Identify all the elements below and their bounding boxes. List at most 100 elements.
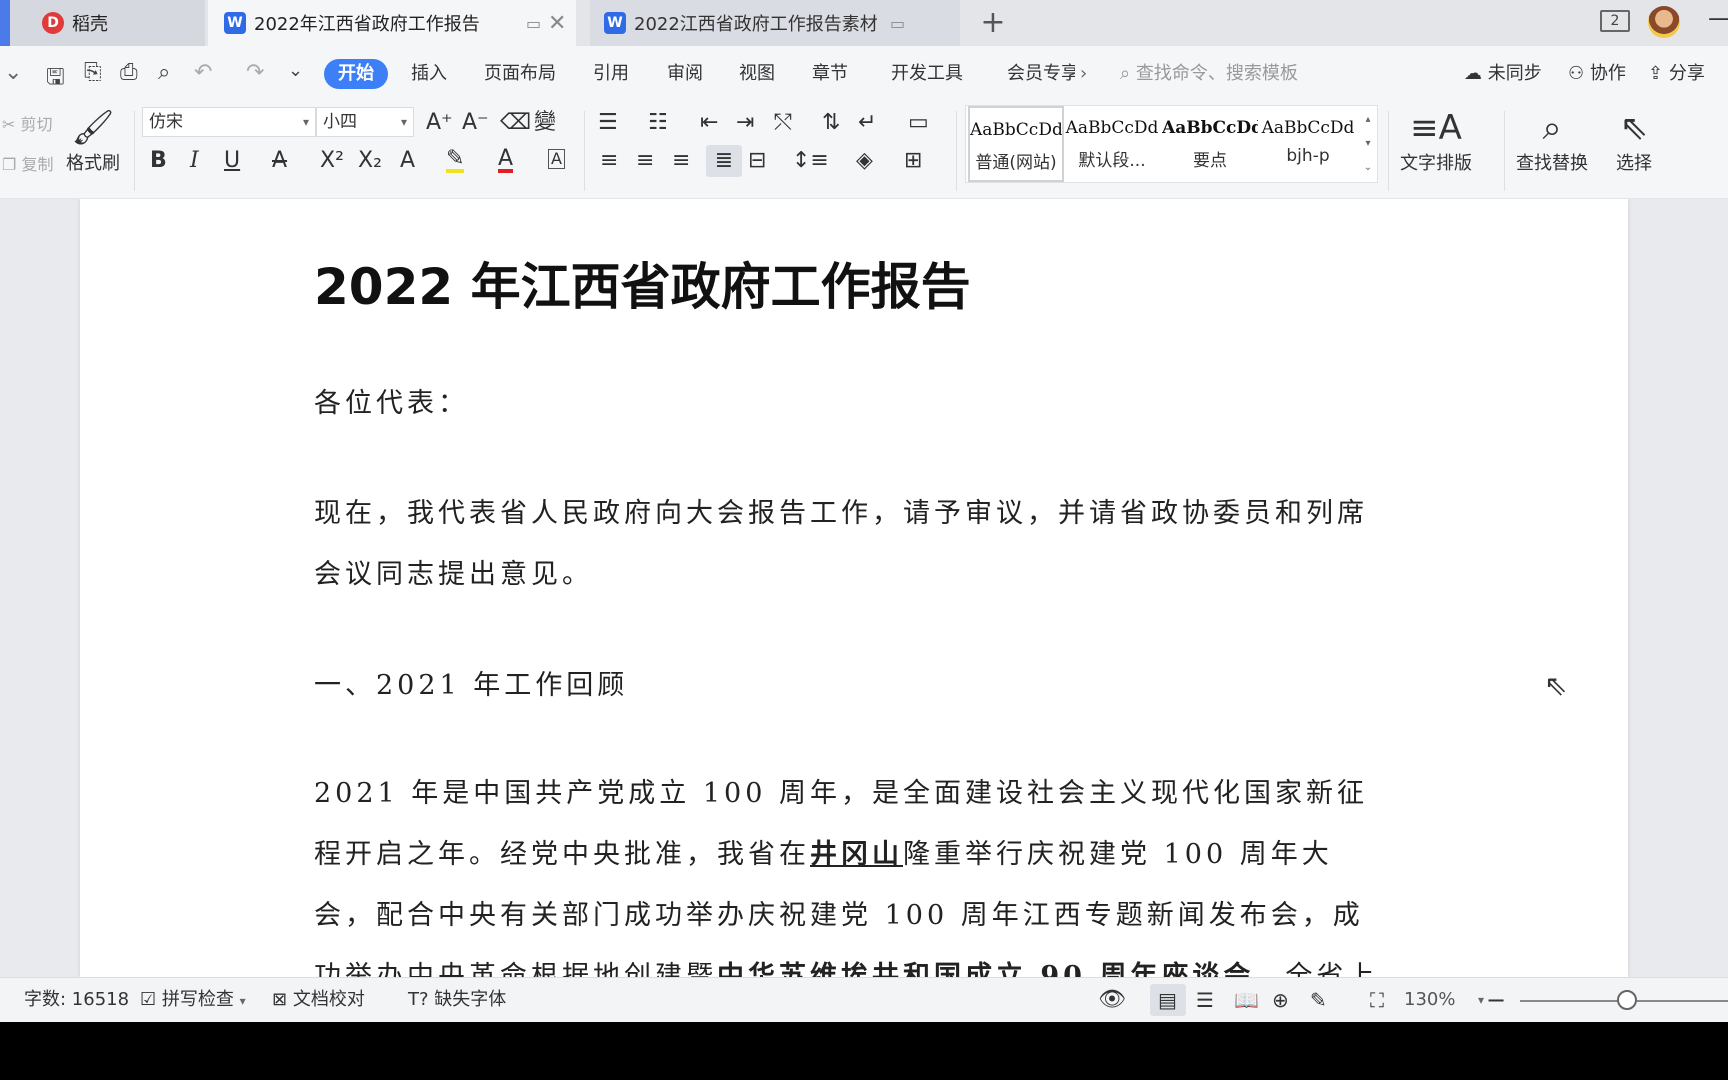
zoom-out-icon[interactable]: − bbox=[1486, 988, 1506, 1012]
cut-button[interactable]: ✂ 剪切 bbox=[2, 111, 53, 135]
proofread-button[interactable]: ⊠ 文档校对 bbox=[272, 988, 365, 1012]
zoom-dropdown-icon[interactable]: ▾ bbox=[1478, 988, 1484, 1012]
line-spacing-icon[interactable]: ↕≡ bbox=[792, 149, 829, 173]
tab-home[interactable]: 开始 bbox=[324, 59, 388, 89]
justify-icon[interactable]: ≣ bbox=[706, 145, 742, 177]
print-icon[interactable]: ⎙ bbox=[120, 60, 138, 85]
bullet-list-icon[interactable]: ☰ bbox=[598, 111, 618, 135]
char-border-icon[interactable]: A bbox=[548, 149, 565, 169]
phonetic-guide-icon[interactable]: 變 bbox=[534, 111, 556, 135]
decrease-font-icon[interactable]: A⁻ bbox=[462, 111, 489, 135]
spell-check-button[interactable]: ☑ 拼写检查 ▾ bbox=[140, 988, 246, 1013]
document-page[interactable]: 2022 年江西省政府工作报告 各位代表： 现在，我代表省人民政府向大会报告工作… bbox=[80, 199, 1628, 977]
font-name-value: 仿宋 bbox=[149, 112, 183, 132]
section-heading: 一、2021 年工作回顾 bbox=[314, 670, 629, 701]
monitor-icon[interactable]: ▭ bbox=[526, 14, 541, 33]
checkbox-icon: ☑ bbox=[140, 989, 157, 1010]
chevron-down-icon[interactable]: ⌄ bbox=[4, 60, 22, 85]
undo-icon[interactable]: ↶ bbox=[194, 60, 212, 85]
missing-font-button[interactable]: T? 缺失字体 bbox=[408, 988, 506, 1012]
ribbon-home: ✂ 剪切 ❐ 复制 🖌 格式刷 仿宋 ▾ 小四 ▾ A⁺ A⁻ ⌫ 變 B I … bbox=[0, 101, 1728, 199]
tab-review[interactable]: 审阅 bbox=[667, 59, 703, 89]
select-button[interactable]: ⇖ 选择 bbox=[1616, 107, 1652, 175]
style-normal-web[interactable]: AaBbCcDd 普通(网站) bbox=[968, 106, 1064, 182]
style-default-para[interactable]: AaBbCcDd 默认段... bbox=[1064, 106, 1160, 182]
highlight-icon[interactable]: ✎ bbox=[446, 148, 465, 173]
divider bbox=[956, 111, 957, 191]
show-marks-icon[interactable]: ↵ bbox=[858, 111, 876, 135]
tab-reference[interactable]: 引用 bbox=[593, 59, 629, 89]
hyperlink-jinggangshan[interactable]: 井冈山 bbox=[810, 839, 903, 870]
write-mode-icon[interactable]: ✎ bbox=[1310, 988, 1327, 1012]
share-button[interactable]: ⇪ 分享 bbox=[1648, 59, 1705, 89]
tab-member[interactable]: 会员专享 bbox=[1007, 59, 1075, 89]
tab-view[interactable]: 视图 bbox=[739, 59, 775, 89]
font-size-select[interactable]: 小四 ▾ bbox=[316, 107, 414, 137]
font-name-select[interactable]: 仿宋 ▾ bbox=[142, 107, 316, 137]
chevron-right-icon[interactable]: › bbox=[1080, 59, 1087, 89]
style-bjh-p[interactable]: AaBbCcDd bjh-p bbox=[1260, 106, 1356, 182]
monitor-icon[interactable]: ▭ bbox=[890, 14, 905, 33]
underline-icon[interactable]: U bbox=[224, 149, 240, 173]
tab-chapter[interactable]: 章节 bbox=[812, 59, 848, 89]
window-count-badge[interactable]: 2 bbox=[1600, 10, 1630, 32]
style-name: bjh-p bbox=[1286, 146, 1330, 166]
align-right-icon[interactable]: ≡ bbox=[672, 149, 690, 173]
find-replace-button[interactable]: ⌕ 查找替换 bbox=[1516, 107, 1588, 175]
borders-icon[interactable]: ⊞ bbox=[904, 149, 922, 173]
avatar[interactable] bbox=[1648, 6, 1680, 38]
tab-page-layout[interactable]: 页面布局 bbox=[484, 59, 556, 89]
tab-dev-tools[interactable]: 开发工具 bbox=[891, 59, 963, 89]
gallery-scroll[interactable]: ▴ ▾ ⌄ bbox=[1361, 108, 1375, 180]
copy-button[interactable]: ❐ 复制 bbox=[2, 151, 53, 175]
increase-indent-icon[interactable]: ⇥ bbox=[736, 111, 754, 135]
redo-icon[interactable]: ↷ bbox=[246, 60, 264, 85]
font-color-icon[interactable]: A bbox=[498, 148, 514, 173]
tab-daoke[interactable]: D 稻壳 bbox=[0, 0, 205, 46]
spell-check-label: 拼写检查 bbox=[161, 989, 234, 1010]
zoom-level[interactable]: 130% bbox=[1404, 988, 1455, 1012]
collab-button[interactable]: ⚇ 协作 bbox=[1568, 59, 1626, 89]
text-layout-button[interactable]: ≡A 文字排版 bbox=[1400, 107, 1472, 175]
ruler-icon[interactable]: ▭ bbox=[908, 111, 929, 135]
subscript-icon[interactable]: X₂ bbox=[358, 149, 382, 173]
text-direction-icon[interactable]: ⤲ bbox=[774, 111, 792, 135]
text-effect-icon[interactable]: A bbox=[400, 149, 415, 173]
distribute-icon[interactable]: ⊟ bbox=[748, 149, 766, 173]
tab-document-2[interactable]: W 2022江西省政府工作报告素材 ▭ bbox=[590, 0, 960, 46]
new-tab-button[interactable]: + bbox=[975, 6, 1011, 40]
tab-insert[interactable]: 插入 bbox=[411, 59, 447, 89]
align-center-icon[interactable]: ≡ bbox=[636, 149, 654, 173]
fit-page-icon[interactable]: ⛶ bbox=[1370, 988, 1384, 1012]
print-preview-icon[interactable]: ⌕ bbox=[158, 60, 170, 85]
clear-format-icon[interactable]: ⌫ bbox=[500, 111, 531, 135]
shading-icon[interactable]: ◈ bbox=[856, 149, 873, 173]
export-pdf-icon[interactable]: ⎘ bbox=[84, 60, 102, 85]
close-tab-icon[interactable]: ✕ bbox=[548, 11, 566, 36]
sync-button[interactable]: ☁ 未同步 bbox=[1464, 59, 1542, 89]
customize-toolbar-icon[interactable]: ⌄ bbox=[288, 60, 303, 81]
save-icon[interactable]: 🖫 bbox=[46, 60, 65, 98]
numbered-list-icon[interactable]: ☷ bbox=[648, 111, 668, 135]
bold-icon[interactable]: B bbox=[150, 149, 167, 173]
tab-document-active[interactable]: W 2022年江西省政府工作报告 ▭ ✕ bbox=[208, 0, 576, 46]
page-view-icon[interactable]: ▤ bbox=[1158, 988, 1177, 1012]
document-canvas[interactable]: 2022 年江西省政府工作报告 各位代表： 现在，我代表省人民政府向大会报告工作… bbox=[0, 199, 1728, 977]
command-search[interactable]: ⌕ 查找命令、搜索模板 bbox=[1120, 59, 1298, 89]
outline-view-icon[interactable]: ☰ bbox=[1196, 988, 1214, 1012]
align-left-icon[interactable]: ≡ bbox=[600, 149, 618, 173]
zoom-slider-thumb[interactable] bbox=[1617, 990, 1637, 1010]
minimize-icon[interactable]: — bbox=[1708, 4, 1728, 32]
format-painter-button[interactable]: 🖌 格式刷 bbox=[66, 107, 120, 175]
web-view-icon[interactable]: ⊕ bbox=[1272, 988, 1289, 1012]
sort-icon[interactable]: ⇅ bbox=[822, 111, 840, 135]
decrease-indent-icon[interactable]: ⇤ bbox=[700, 111, 718, 135]
italic-icon[interactable]: I bbox=[190, 149, 199, 173]
read-view-icon[interactable]: 📖 bbox=[1234, 988, 1259, 1012]
superscript-icon[interactable]: X² bbox=[320, 149, 344, 173]
increase-font-icon[interactable]: A⁺ bbox=[426, 111, 453, 135]
strikethrough-icon[interactable]: A bbox=[272, 149, 287, 173]
word-count[interactable]: 字数: 16518 bbox=[24, 988, 129, 1012]
style-key-point[interactable]: AaBbCcDd 要点 bbox=[1162, 106, 1258, 182]
eye-protect-icon[interactable]: 👁 bbox=[1098, 988, 1126, 1012]
